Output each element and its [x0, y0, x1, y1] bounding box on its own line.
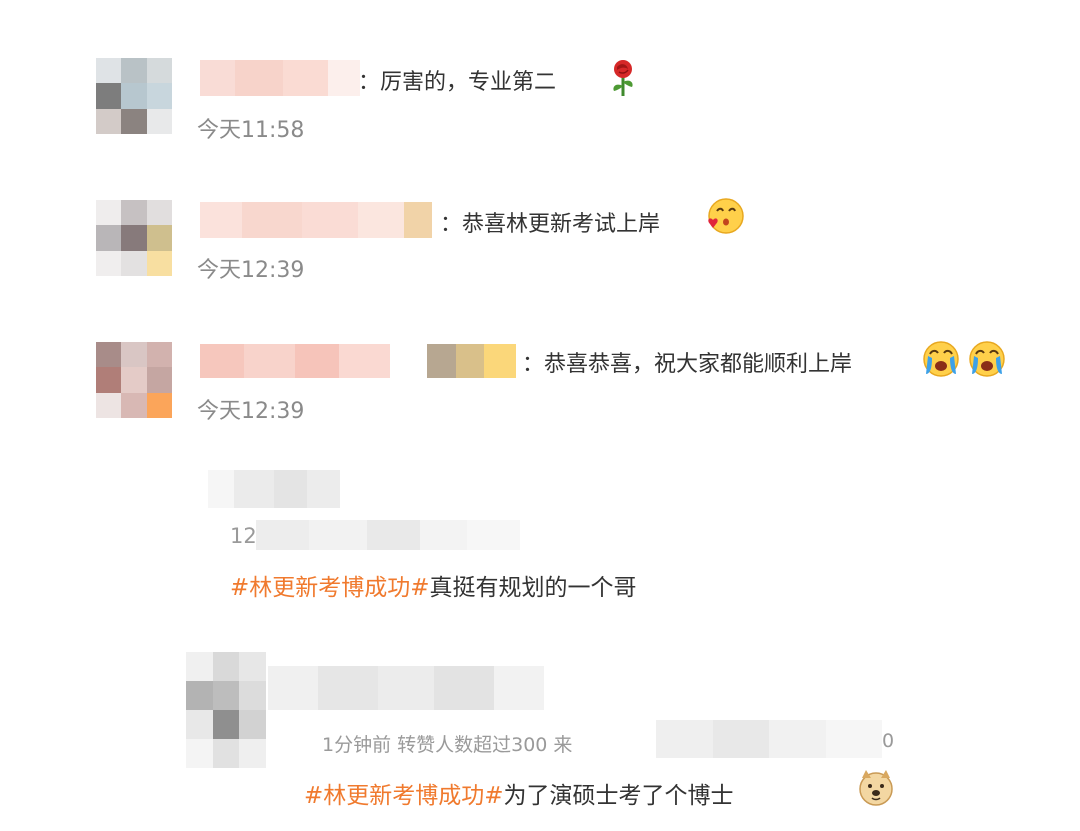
avatar[interactable]	[186, 652, 266, 768]
repost-meta: 12	[230, 524, 257, 548]
crying-emoji	[969, 341, 1005, 377]
meta-blurred	[256, 520, 520, 550]
hashtag-link[interactable]: #林更新考博成功#	[304, 783, 504, 809]
repost-body: 为了演硕士考了个博士	[503, 783, 734, 809]
avatar[interactable]	[96, 58, 172, 134]
crying-emoji	[923, 341, 959, 377]
repost-meta: 1分钟前 转赞人数超过300 来	[322, 734, 573, 756]
username-blurred[interactable]	[268, 666, 544, 710]
username-blurred[interactable]	[200, 202, 432, 238]
repost-body: 真挺有规划的一个哥	[429, 575, 637, 601]
hashtag-link[interactable]: #林更新考博成功#	[230, 575, 430, 601]
repost-text: #林更新考博成功#为了演硕士考了个博士	[304, 776, 734, 810]
username-blurred[interactable]	[200, 344, 516, 378]
username-blurred[interactable]	[200, 60, 360, 96]
avatar[interactable]	[96, 342, 172, 418]
comment-text: ：恭喜恭喜，祝大家都能顺利上岸	[522, 352, 853, 377]
meta-blurred	[656, 720, 882, 758]
rose-icon	[613, 60, 633, 96]
username-blurred[interactable]	[208, 470, 340, 508]
comment-text: ：恭喜林更新考试上岸	[440, 212, 661, 237]
repost-text: #林更新考博成功#真挺有规划的一个哥	[230, 568, 637, 602]
repost-meta-suffix: 0	[882, 730, 895, 752]
comment-time: 今天11:58	[197, 118, 305, 143]
blowing-kiss-emoji	[708, 198, 744, 234]
avatar[interactable]	[96, 200, 172, 276]
comment-time: 今天12:39	[197, 399, 305, 424]
doge-emoji	[859, 770, 893, 806]
comment-text: ：厉害的，专业第二	[358, 70, 557, 95]
comment-time: 今天12:39	[197, 258, 305, 283]
